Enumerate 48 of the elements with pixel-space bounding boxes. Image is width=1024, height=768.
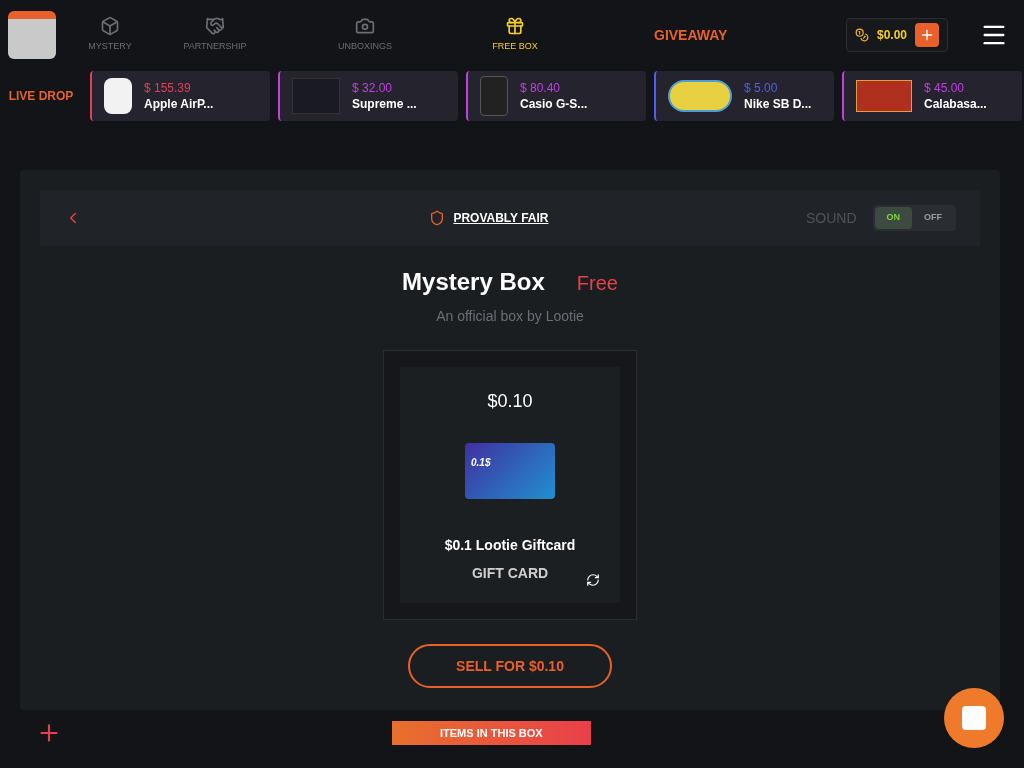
coins-icon [854,28,869,42]
drop-name: Apple AirP... [144,96,214,112]
toggle-option[interactable]: OFF [912,207,954,229]
live-drop-card[interactable]: $ 45.00 Calabasa... [842,71,1022,121]
drop-name: Supreme ... [352,96,417,112]
box-icon [100,16,120,37]
drop-price: $ 45.00 [924,80,966,96]
prize-category: GIFT CARD [471,564,549,583]
drop-price: $ 32.00 [352,80,394,96]
camera-icon [355,16,375,37]
nav-tab[interactable]: FREE BOX [440,16,590,54]
drop-price: $ 5.00 [744,80,779,96]
provably-fair-link[interactable]: PROVABLY FAIR [453,210,549,226]
card-value-text: 0.1$ [471,457,491,468]
drop-price: $ 80.40 [520,80,562,96]
live-drop-label: LIVE DROP [7,88,75,104]
balance-amount: $0.00 [876,27,907,43]
live-drop-card[interactable]: $ 5.00 Nike SB D... [654,71,834,121]
nav-tab[interactable]: MYSTERY [80,16,140,54]
box-price: Free [576,271,618,296]
shield-icon [429,210,446,226]
toggle-option[interactable]: ON [874,207,912,229]
live-drop-card[interactable]: $ 155.39 Apple AirP... [90,71,270,121]
prize-value: $0.10 [487,390,533,413]
reroll-icon[interactable] [586,573,600,587]
watch-thumbnail [480,76,508,116]
live-drop-card[interactable]: $ 32.00 Supreme ... [278,71,458,121]
prize-name: $0.1 Lootie Giftcard [444,536,576,555]
add-funds-button[interactable] [915,23,939,47]
plus-icon [919,27,935,43]
sneaker-thumbnail [668,80,732,112]
drop-name: Nike SB D... [744,96,812,112]
drop-name: Calabasa... [924,96,987,112]
live-drop-card[interactable]: $ 80.40 Casio G-S... [466,71,646,121]
handshake-icon [205,16,225,37]
gift-icon [505,16,525,37]
giveaway-link[interactable]: GIVEAWAY [654,25,728,45]
nav-tab[interactable]: UNBOXINGS [290,16,440,54]
earbuds-thumbnail [104,78,132,114]
chat-button[interactable] [944,688,1004,748]
sell-button[interactable]: SELL FOR $0.10 [408,644,612,688]
drop-name: Casio G-S... [520,96,588,112]
box-title: Mystery Box [402,267,545,297]
items-banner: ITEMS IN THIS BOX [392,720,591,746]
nav-tab[interactable]: PARTNERSHIP [140,16,290,54]
sound-toggle[interactable]: ON OFF [872,205,956,231]
drop-price: $ 155.39 [144,80,192,96]
box-subtitle: An official box by Lootie [435,307,585,326]
